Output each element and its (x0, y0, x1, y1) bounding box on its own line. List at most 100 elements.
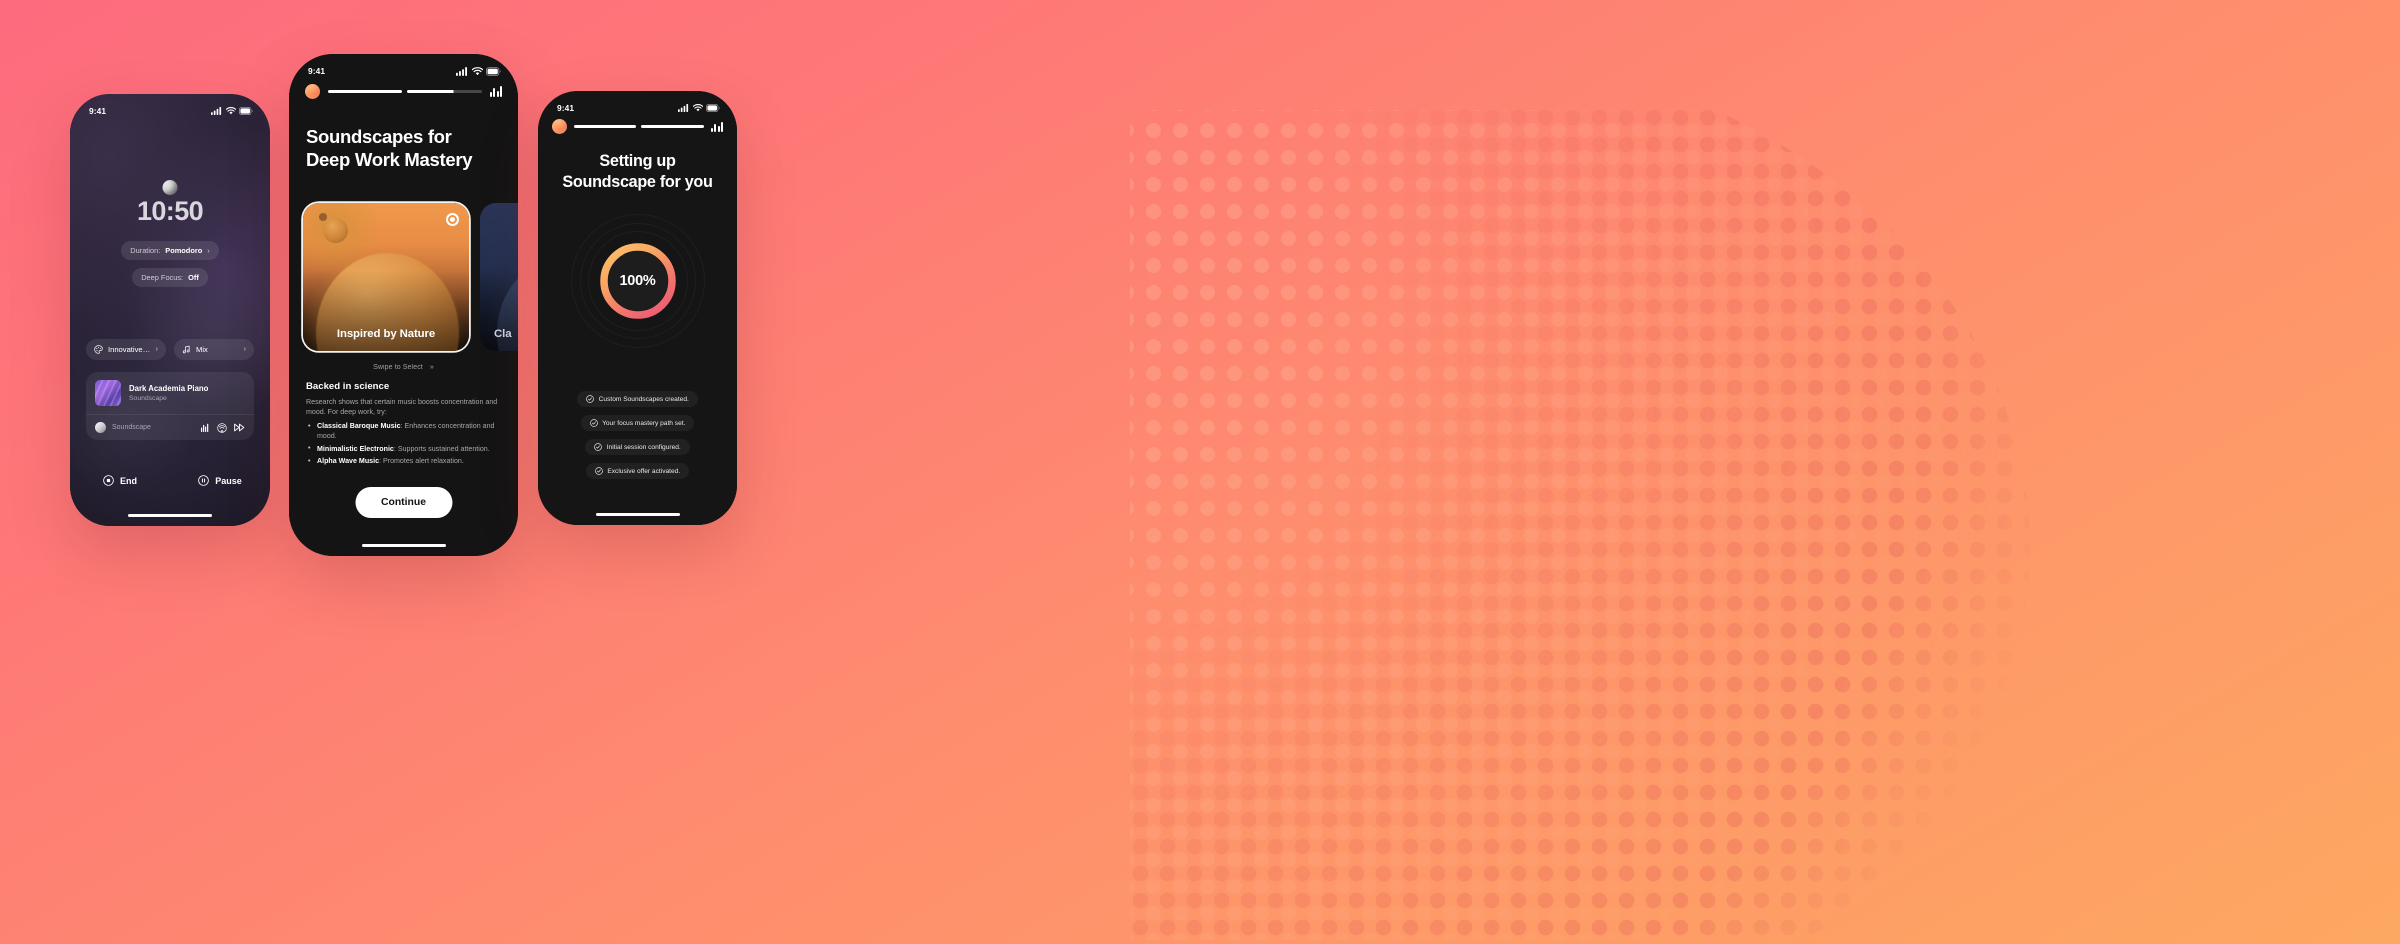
list-item: Classical Baroque Music: Enhances concen… (308, 420, 501, 441)
section-heading: Backed in science (306, 381, 390, 392)
soundscape-card-nature-label: Inspired by Nature (336, 328, 436, 340)
airplay-icon[interactable] (217, 422, 227, 433)
progress-steps (328, 89, 482, 94)
home-indicator (128, 513, 212, 517)
moonlet-small-graphic (318, 213, 328, 222)
soundscape-card-classical-label: Cla (494, 328, 512, 340)
pause-session-label: Pause (215, 475, 242, 486)
duration-chip[interactable]: Duration: Pomodoro › (121, 241, 219, 260)
cellular-icon (678, 104, 689, 112)
phone-mockup-setup-progress: 9:41 Setting up Soundscape for you 100% … (538, 91, 737, 525)
card-radio-selected[interactable] (446, 213, 459, 226)
continue-button[interactable]: Continue (354, 487, 453, 518)
duration-chip-value: Pomodoro (165, 246, 203, 255)
album-art (95, 380, 121, 406)
equalizer-icon[interactable] (489, 86, 502, 97)
progress-step-2 (641, 124, 704, 129)
science-bullet-list: Classical Baroque Music: Enhances concen… (308, 420, 501, 469)
list-item: Alpha Wave Music: Promotes alert relaxat… (308, 456, 501, 466)
quick-actions-row: Innovative Cre… › Mix › (86, 339, 254, 360)
home-indicator (361, 543, 446, 547)
check-circle-icon (589, 419, 598, 427)
quick-action-mix[interactable]: Mix › (174, 339, 254, 360)
section-body: Research shows that certain music boosts… (306, 398, 498, 417)
quick-action-creativity[interactable]: Innovative Cre… › (86, 339, 166, 360)
check-circle-icon (594, 443, 603, 451)
end-session-button[interactable]: End (70, 475, 170, 486)
phone2-screen: 9:41 Soundscapes for Deep Work Mastery I… (289, 54, 518, 556)
bullet-desc: : Promotes alert relaxation. (379, 457, 464, 466)
setup-checklist: Custom Soundscapes created. Your focus m… (538, 391, 737, 487)
checklist-item-label: Custom Soundscapes created. (598, 395, 689, 403)
phone-mockup-soundscapes: 9:41 Soundscapes for Deep Work Mastery I… (289, 54, 518, 556)
quick-action-mix-label: Mix (196, 345, 208, 354)
setup-progress-ring: 100% (570, 214, 705, 348)
page-title: Setting up Soundscape for you (550, 151, 725, 193)
fast-forward-icon[interactable] (234, 423, 245, 432)
checklist-item: Exclusive offer activated. (585, 463, 690, 479)
chevron-right-icon: › (155, 346, 158, 353)
equalizer-icon[interactable] (201, 423, 210, 432)
progress-steps (574, 124, 704, 129)
now-playing-subtitle: Soundscape (129, 394, 167, 402)
now-playing-card[interactable]: Dark Academia Piano Soundscape Soundscap… (86, 372, 254, 440)
onboarding-top-nav (538, 119, 737, 134)
output-source-label: Soundscape (112, 424, 151, 431)
end-session-label: End (120, 475, 137, 486)
session-controls: End Pause (70, 475, 270, 486)
status-indicators (678, 104, 720, 112)
avatar[interactable] (552, 119, 567, 134)
page-title-line2: Soundscape for you (562, 173, 713, 192)
progress-step-1 (574, 124, 637, 129)
deep-focus-chip-value: Off (188, 273, 199, 282)
status-bar: 9:41 (70, 94, 270, 120)
now-playing-meta: Dark Academia Piano Soundscape (129, 384, 208, 402)
bullet-term: Alpha Wave Music (317, 457, 380, 466)
checklist-item: Your focus mastery path set. (580, 415, 695, 431)
wifi-icon (471, 66, 483, 75)
bullet-desc: : Supports sustained attention. (393, 444, 490, 453)
status-time: 9:41 (308, 66, 326, 76)
halftone-dots-dark (1130, 110, 2030, 940)
soundscape-card-nature[interactable]: Inspired by Nature (303, 203, 469, 351)
status-time: 9:41 (89, 106, 107, 116)
phone3-screen: 9:41 Setting up Soundscape for you 100% … (538, 91, 737, 525)
deep-focus-chip[interactable]: Deep Focus: Off (132, 268, 208, 287)
check-circle-icon (586, 395, 594, 403)
progress-percent-label: 100% (619, 273, 656, 289)
page-title: Soundscapes for Deep Work Mastery (306, 126, 501, 171)
progress-ring: 100% (597, 240, 679, 322)
quick-action-creativity-label: Innovative Cre… (108, 345, 151, 354)
checklist-item: Initial session configured. (585, 439, 690, 455)
bullet-term: Classical Baroque Music (317, 422, 401, 430)
pause-session-button[interactable]: Pause (170, 475, 270, 486)
pause-circle-icon (198, 475, 210, 486)
halftone-dots-light (1130, 110, 2030, 940)
output-device-row[interactable]: Soundscape (86, 414, 254, 440)
check-circle-icon (595, 467, 603, 475)
soundscape-card-classical[interactable]: Cla (480, 203, 518, 351)
deep-focus-chip-label: Deep Focus: (141, 273, 184, 282)
page-title-line2: Deep Work Mastery (306, 148, 473, 170)
checklist-item-label: Exclusive offer activated. (607, 467, 681, 475)
equalizer-icon[interactable] (710, 121, 723, 132)
ambient-background (70, 94, 270, 526)
home-indicator (595, 512, 680, 516)
progress-step-2 (407, 89, 482, 94)
status-time: 9:41 (557, 103, 575, 113)
now-playing-title: Dark Academia Piano (129, 384, 209, 394)
palette-icon (94, 345, 103, 354)
output-row-icons (201, 422, 245, 433)
moonlet-graphic (322, 217, 348, 243)
music-note-icon (182, 345, 190, 354)
output-source-icon (95, 422, 106, 433)
wifi-icon (225, 107, 236, 115)
soundscape-carousel[interactable]: Inspired by Nature Cla (303, 203, 518, 351)
swipe-hint: Swipe to Select » (289, 364, 518, 371)
duration-chip-row: Duration: Pomodoro › (70, 241, 270, 260)
battery-icon (486, 66, 501, 76)
now-playing-header: Dark Academia Piano Soundscape (86, 372, 254, 414)
avatar[interactable] (305, 84, 320, 99)
chevron-right-icon: › (243, 346, 246, 353)
moon-icon (162, 180, 178, 195)
